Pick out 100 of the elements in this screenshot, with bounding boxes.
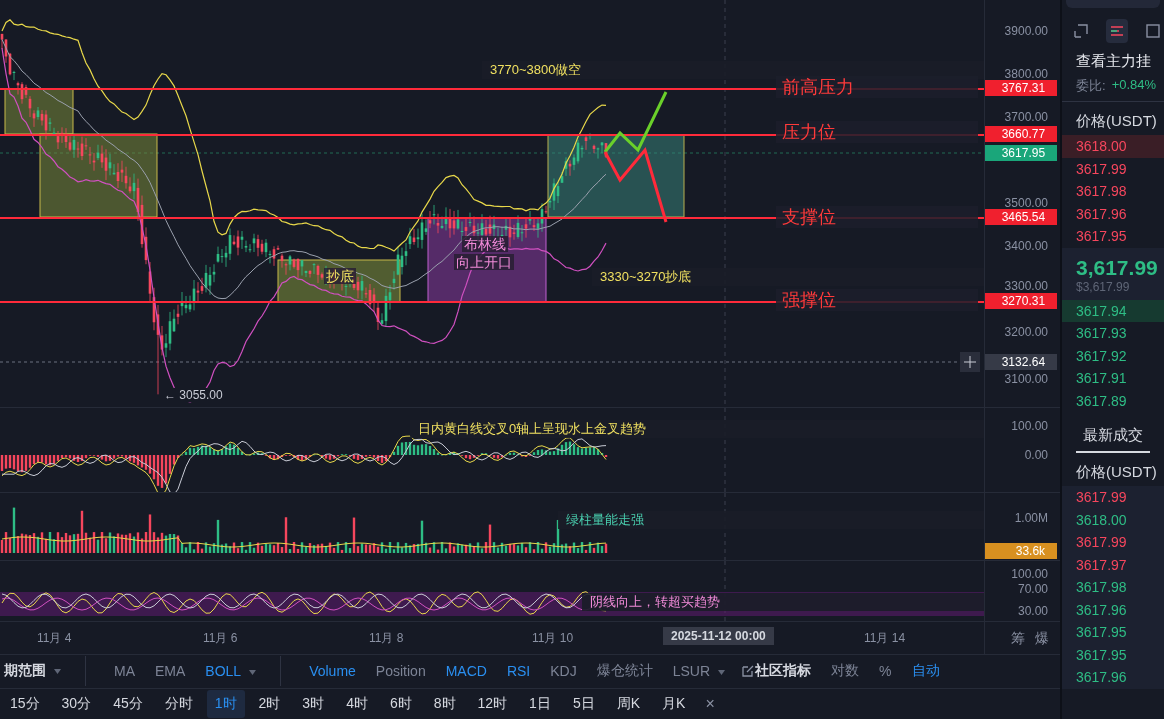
ask-price: 3617.98 bbox=[1075, 182, 1128, 201]
time-label: 11月 14 bbox=[864, 629, 906, 647]
indicator-note: 阴线向上，转超买趋势 bbox=[582, 593, 985, 612]
indicator-tick: 1.00M bbox=[1014, 510, 1048, 525]
indicator-button[interactable]: RSI bbox=[502, 663, 535, 680]
bid-price: 3617.93 bbox=[1075, 324, 1128, 343]
indicator-button[interactable]: KDJ bbox=[546, 663, 581, 680]
price-tick: 3100.00 bbox=[1004, 372, 1048, 386]
trade-price: 3617.96 bbox=[1075, 600, 1128, 620]
indicator-tick: 100.00 bbox=[1011, 567, 1048, 582]
price-tick: 3500.00 bbox=[1004, 196, 1048, 210]
time-label: 11月 10 bbox=[532, 629, 574, 647]
time-label: 11月 6 bbox=[203, 629, 238, 647]
price-tick: 3200.00 bbox=[1004, 325, 1048, 339]
period-tab[interactable]: 月K bbox=[654, 690, 694, 719]
order-book-icon[interactable] bbox=[1106, 19, 1128, 43]
period-tab[interactable]: 12时 bbox=[469, 690, 516, 719]
edit-icon[interactable] bbox=[741, 664, 756, 679]
indicator-button[interactable]: 社区指标 bbox=[751, 662, 816, 681]
price-tick: 3800.00 bbox=[1004, 67, 1048, 81]
period-tab[interactable]: 5日 bbox=[564, 690, 603, 719]
period-tab[interactable]: 30分 bbox=[53, 690, 100, 719]
period-tab[interactable]: 1日 bbox=[521, 690, 559, 719]
last-price-usd: $3,617.99 bbox=[1062, 279, 1164, 300]
price-tick: 3300.00 bbox=[1004, 279, 1048, 293]
price-tag: 3660.77 bbox=[985, 126, 1058, 142]
period-tab[interactable]: 4时 bbox=[338, 690, 376, 719]
level-label: 压力位 bbox=[776, 121, 978, 143]
bid-price: 3617.91 bbox=[1075, 369, 1128, 388]
trade-price: 3618.00 bbox=[1075, 510, 1128, 530]
volume-tag: 33.6k bbox=[985, 542, 1058, 559]
period-tab[interactable]: 3时 bbox=[294, 690, 333, 719]
caret-icon bbox=[718, 670, 726, 676]
indicator-tick: 70.00 bbox=[1017, 582, 1048, 597]
indicator-button[interactable]: 爆仓统计 bbox=[592, 662, 657, 681]
price-tag: 3465.54 bbox=[985, 209, 1058, 225]
close-button[interactable]: × bbox=[699, 694, 721, 715]
caret-icon bbox=[249, 670, 257, 676]
indicator-button[interactable]: EMA bbox=[151, 663, 190, 680]
projection-line bbox=[603, 91, 668, 153]
zone-label: 向上开口 bbox=[454, 254, 514, 270]
bid-price: 3617.89 bbox=[1075, 391, 1128, 411]
period-tab[interactable]: 周K bbox=[608, 690, 649, 719]
trade-price: 3617.96 bbox=[1075, 668, 1128, 687]
last-price: 3,617.99 bbox=[1062, 247, 1164, 280]
period-tab[interactable]: 1时 bbox=[206, 690, 245, 719]
axis-toggle-button[interactable]: 爆 bbox=[1030, 629, 1054, 648]
price-tick: 3900.00 bbox=[1004, 24, 1048, 38]
trade-price: 3617.97 bbox=[1075, 555, 1128, 575]
indicator-button[interactable]: MACD bbox=[441, 663, 491, 680]
trade-price: 3617.99 bbox=[1075, 533, 1128, 552]
ask-price: 3617.96 bbox=[1075, 204, 1128, 224]
period-tab[interactable]: 2时 bbox=[250, 690, 289, 719]
indicator-button[interactable]: 对数 bbox=[827, 662, 864, 681]
price-tick: 3400.00 bbox=[1004, 239, 1048, 253]
trade-price: 3617.95 bbox=[1075, 645, 1128, 665]
panel-title: 查看主力挂 bbox=[1075, 51, 1152, 71]
indicator-button[interactable]: BOLL bbox=[201, 663, 261, 680]
price-tag: 3617.95 bbox=[985, 145, 1058, 161]
price-tick: 3700.00 bbox=[1004, 110, 1048, 124]
crosshair-icon[interactable] bbox=[960, 352, 980, 372]
ratio-value: +0.84% bbox=[1111, 77, 1157, 94]
trades-tab[interactable]: 最新成交 bbox=[1076, 412, 1150, 453]
period-tab[interactable]: 分时 bbox=[156, 690, 201, 719]
indicator-button[interactable]: % bbox=[875, 663, 896, 680]
caret-icon bbox=[54, 669, 61, 675]
cursor-time-tag: 2025-11-12 00:00 bbox=[663, 626, 774, 645]
indicator-button[interactable]: LSUR bbox=[668, 663, 730, 680]
indicator-tick: 30.00 bbox=[1017, 604, 1048, 619]
indicator-button[interactable]: 期范围 bbox=[0, 662, 65, 681]
trade-price: 3617.98 bbox=[1075, 578, 1128, 597]
ask-price: 3617.99 bbox=[1075, 159, 1128, 179]
level-label: 支撑位 bbox=[776, 206, 978, 228]
ask-price: 3618.00 bbox=[1062, 135, 1164, 158]
level-label: 强撑位 bbox=[776, 289, 978, 311]
price-tag: 3132.64 bbox=[985, 354, 1058, 370]
zone-label: 抄底 bbox=[324, 268, 356, 284]
bid-price: 3617.94 bbox=[1062, 299, 1164, 322]
indicator-button[interactable]: 自动 bbox=[907, 662, 944, 681]
price-tag: 3767.31 bbox=[985, 80, 1058, 96]
column-header: 价格(USDT) bbox=[1075, 462, 1158, 482]
period-tab[interactable]: 15分 bbox=[2, 690, 48, 719]
level-label: 前高压力 bbox=[776, 76, 978, 98]
trade-price: 3617.99 bbox=[1075, 488, 1128, 507]
period-tab[interactable]: 8时 bbox=[425, 690, 464, 719]
period-tab[interactable]: 45分 bbox=[105, 690, 151, 719]
indicator-tick: 100.00 bbox=[1011, 418, 1048, 433]
axis-toggle-button[interactable]: 筹 bbox=[1006, 629, 1030, 648]
price-tag: 3270.31 bbox=[985, 293, 1058, 309]
trade-price: 3617.95 bbox=[1075, 623, 1128, 642]
indicator-button[interactable]: MA bbox=[110, 663, 139, 680]
time-label: 11月 8 bbox=[369, 629, 404, 647]
ask-price: 3617.95 bbox=[1075, 227, 1128, 246]
time-label: 11月 4 bbox=[37, 629, 72, 647]
zone-label: 布林线 bbox=[462, 236, 508, 252]
column-header: 价格(USDT) bbox=[1075, 111, 1158, 131]
indicator-button[interactable]: Volume bbox=[305, 663, 360, 680]
ratio-label: 委比: bbox=[1076, 77, 1106, 95]
indicator-button[interactable]: Position bbox=[371, 663, 430, 680]
period-tab[interactable]: 6时 bbox=[381, 690, 420, 719]
